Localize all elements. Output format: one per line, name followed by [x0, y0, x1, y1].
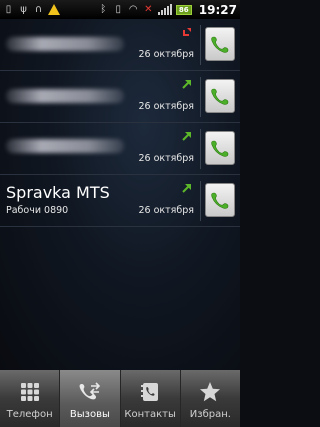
vibrate-icon: ▯: [115, 4, 122, 15]
warning-icon: [48, 4, 60, 15]
contacts-icon: [141, 383, 159, 401]
call-log-row[interactable]: Spravka MTS Рабочи 0890 26 октября: [0, 175, 240, 227]
divider: [200, 77, 201, 117]
sim-icon: ▯: [5, 4, 12, 15]
tab-label: Вызовы: [69, 409, 110, 420]
bluetooth-icon: ᛒ: [100, 4, 107, 15]
call-button[interactable]: [205, 27, 235, 61]
call-entry[interactable]: 26 октября: [0, 71, 200, 122]
phone-handset-icon: [211, 36, 229, 53]
battery-icon: 86: [175, 4, 192, 15]
outgoing-call-icon: [182, 184, 191, 193]
tab-calls[interactable]: Вызовы: [60, 370, 121, 427]
usb-icon: ψ: [20, 4, 27, 15]
phone-handset-icon: [211, 192, 229, 209]
call-entry[interactable]: Spravka MTS Рабочи 0890 26 октября: [0, 175, 200, 226]
signal-icon: [157, 4, 172, 15]
status-bar: ▯ ψ ∩ ᛒ ▯ ◠ ✕ 86 19:27: [0, 0, 240, 19]
divider: [200, 25, 201, 65]
outgoing-call-icon: [182, 80, 191, 89]
call-log-icon: [79, 382, 101, 400]
call-log-row[interactable]: 26 октября: [0, 19, 240, 71]
tab-label: Телефон: [6, 409, 53, 420]
call-button[interactable]: [205, 131, 235, 165]
call-date: 26 октября: [138, 101, 194, 112]
wifi-icon: ◠: [128, 4, 138, 15]
tab-label: Избран.: [189, 409, 231, 420]
contact-number: Рабочи 0890: [6, 205, 69, 216]
bottom-tab-bar: Телефон Вызовы Контакты Избран.: [0, 370, 240, 427]
call-log-row[interactable]: 26 октября: [0, 123, 240, 175]
contact-name: Spravka MTS: [6, 183, 110, 202]
call-button[interactable]: [205, 183, 235, 217]
call-log-list[interactable]: 26 октября 26 октября 26 октября Spravka…: [0, 19, 240, 370]
outgoing-call-icon: [182, 132, 191, 141]
status-time: 19:27: [198, 2, 237, 17]
blurred-name: [6, 89, 124, 103]
call-button[interactable]: [205, 79, 235, 113]
dialpad-icon: [20, 383, 39, 401]
call-date: 26 октября: [138, 49, 194, 60]
tab-label: Контакты: [124, 409, 176, 420]
blurred-name: [6, 139, 124, 153]
divider: [200, 181, 201, 221]
divider: [200, 129, 201, 169]
call-entry[interactable]: 26 октября: [0, 123, 200, 174]
phone-handset-icon: [211, 88, 229, 105]
blurred-name: [6, 37, 124, 51]
tab-phone[interactable]: Телефон: [0, 370, 61, 427]
call-entry[interactable]: 26 октября: [0, 19, 200, 70]
headset-icon: ∩: [34, 4, 43, 15]
missed-call-icon: [183, 28, 191, 36]
call-log-row[interactable]: 26 октября: [0, 71, 240, 123]
no-sim-icon: ✕: [144, 4, 153, 15]
phone-handset-icon: [211, 140, 229, 157]
call-date: 26 октября: [138, 153, 194, 164]
star-icon: [200, 382, 221, 402]
call-date: 26 октября: [138, 205, 194, 216]
tab-contacts[interactable]: Контакты: [121, 370, 181, 427]
tab-favorites[interactable]: Избран.: [181, 370, 240, 427]
